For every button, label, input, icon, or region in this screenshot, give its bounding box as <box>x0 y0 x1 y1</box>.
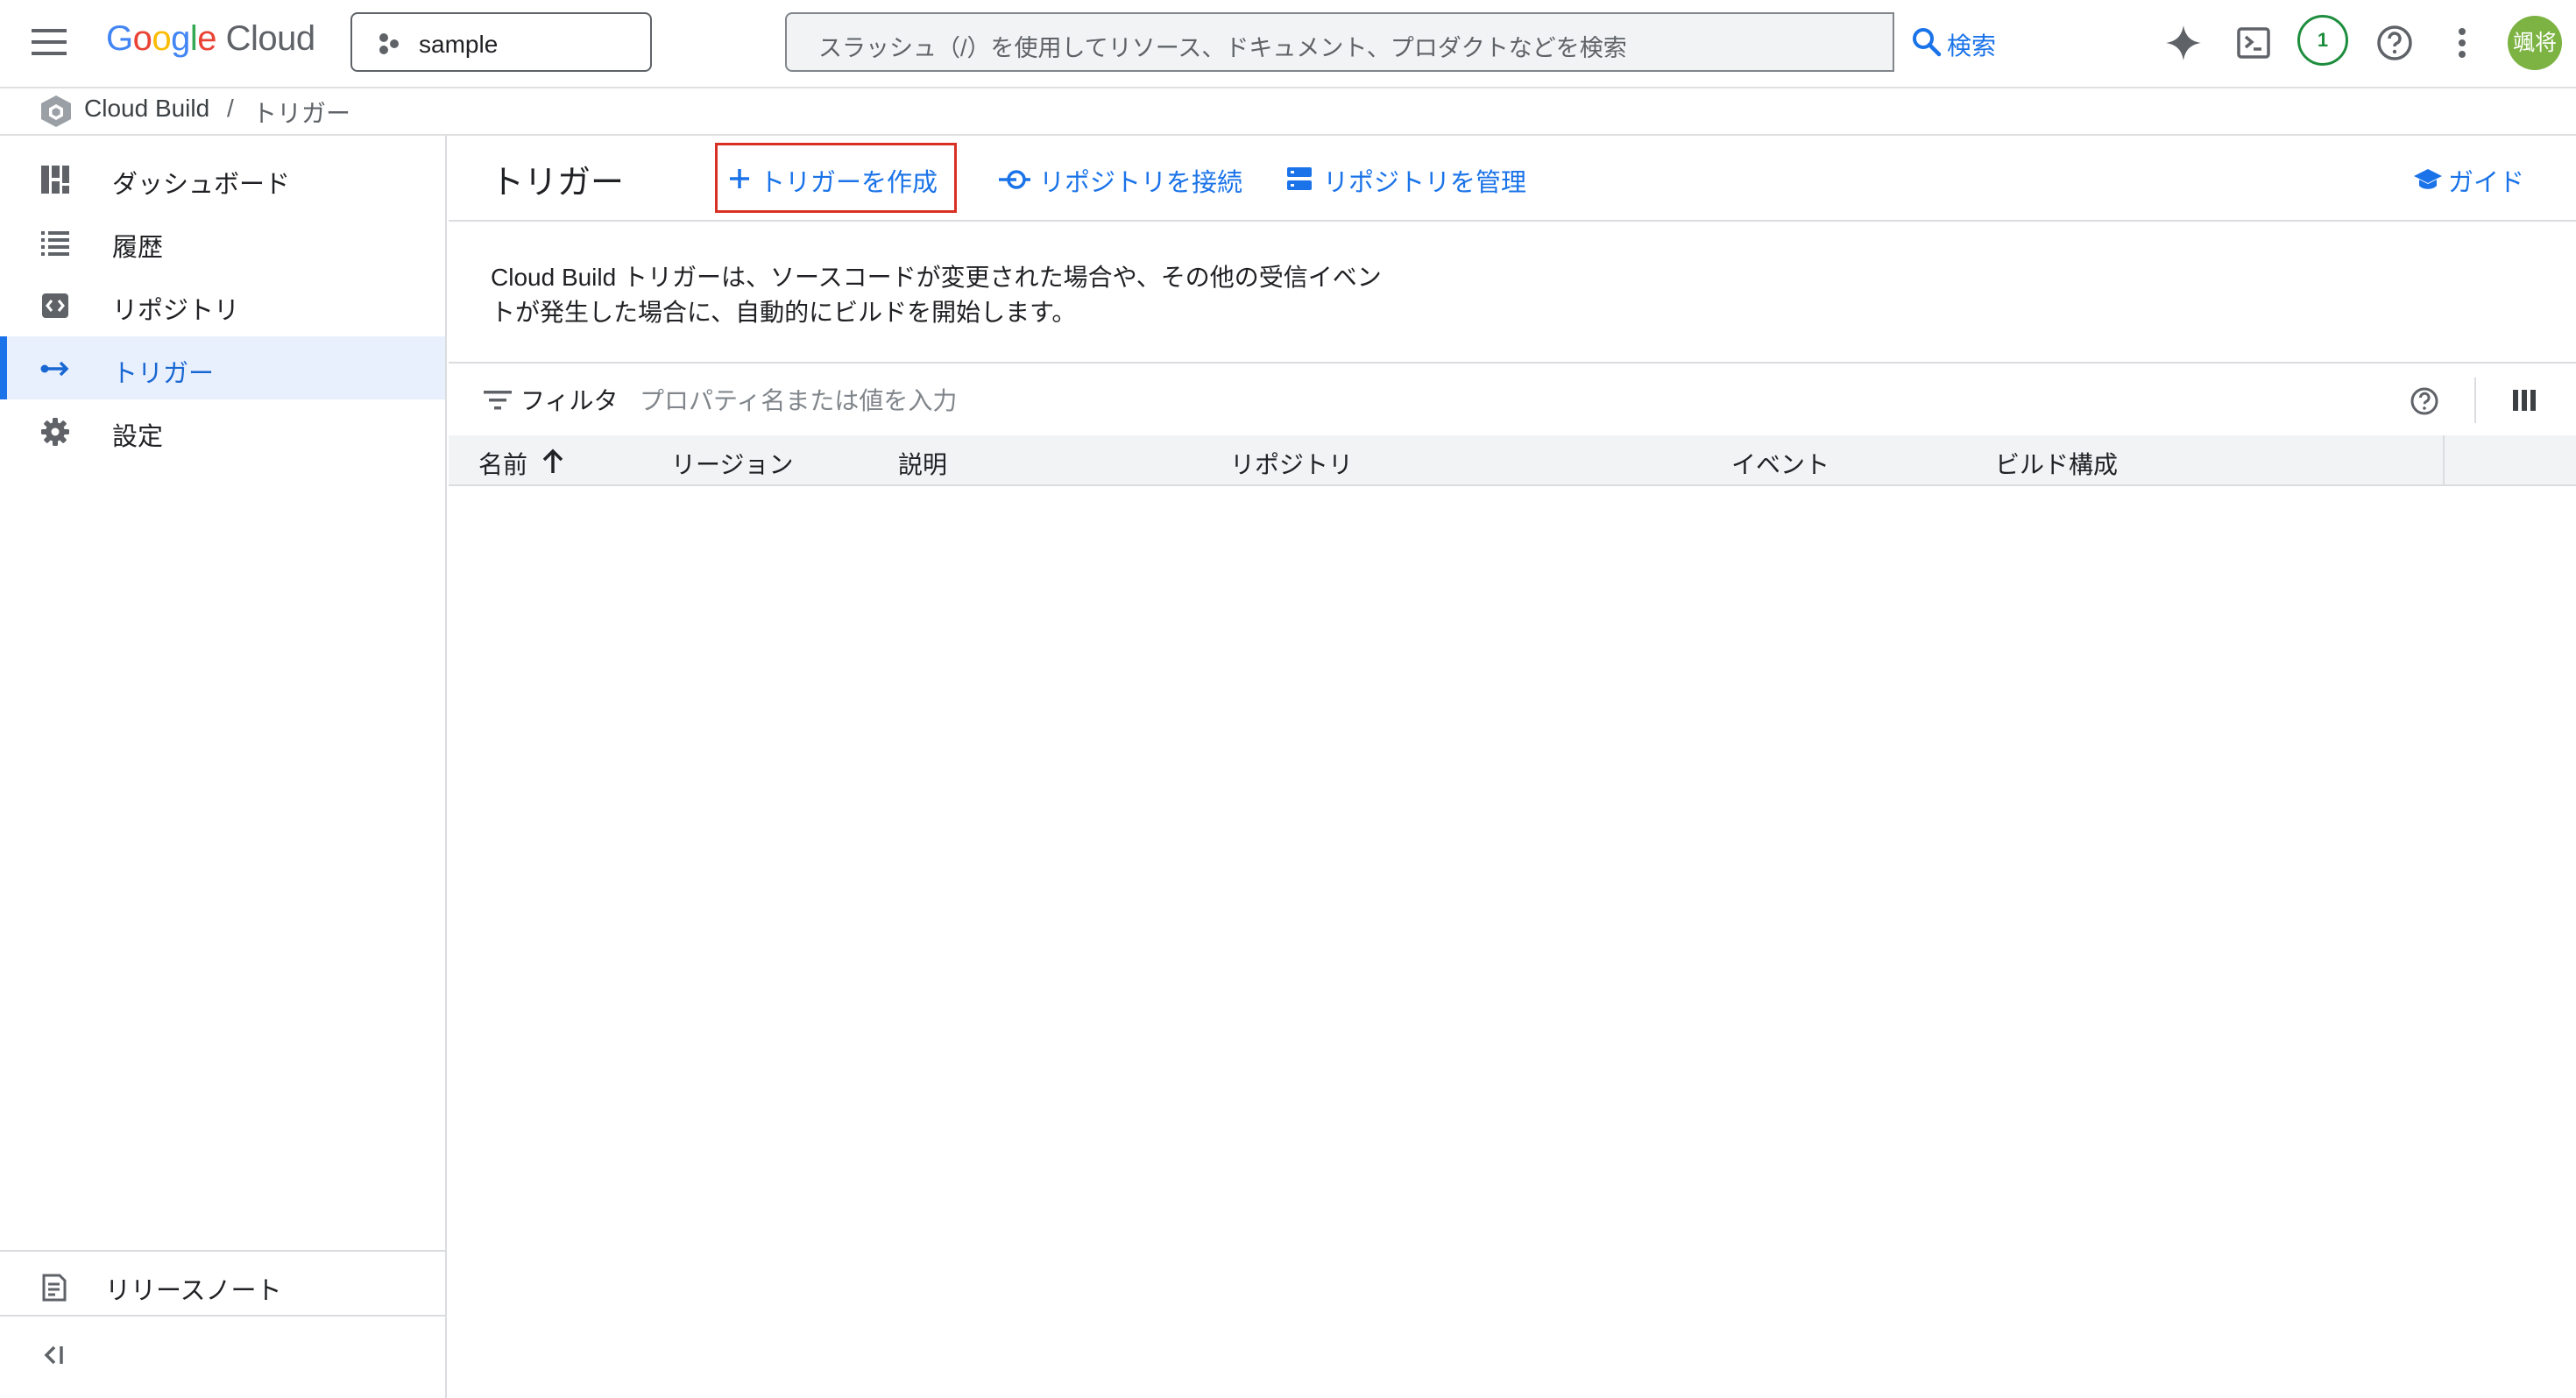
create-trigger-button[interactable]: トリガーを作成 <box>715 143 957 213</box>
cloud-build-icon <box>41 95 71 127</box>
sidebar-item-label: 履歴 <box>112 234 164 262</box>
cloud-shell-icon[interactable] <box>2237 27 2270 59</box>
guide-button[interactable]: ガイド <box>2408 148 2539 208</box>
breadcrumb-current: トリガー <box>252 100 351 127</box>
filter-icon <box>484 391 512 410</box>
page-description: Cloud Build トリガーは、ソースコードが変更された場合や、その他の受信… <box>491 260 1402 330</box>
add-icon <box>730 169 749 188</box>
column-header-region[interactable]: リージョン <box>671 446 793 481</box>
trigger-icon <box>40 361 69 377</box>
collapse-icon[interactable] <box>42 1345 67 1366</box>
column-header-name[interactable]: 名前 <box>478 446 527 481</box>
release-notes-icon <box>42 1274 67 1302</box>
search-icon <box>1913 28 1942 57</box>
project-selector[interactable]: sample <box>350 12 652 72</box>
sidebar-item-label: トリガー <box>112 360 215 388</box>
sidebar-item-dashboard[interactable]: ダッシュボード <box>0 147 445 210</box>
page-title: トリガー <box>491 165 625 201</box>
sidebar-item-label: 設定 <box>112 423 164 451</box>
sidebar: ダッシュボード 履歴 リポジトリ トリガー 設定 リリースノート <box>0 136 447 1398</box>
guide-label: ガイド <box>2448 169 2525 197</box>
manage-repository-button[interactable]: リポジトリを管理 <box>1281 148 1544 208</box>
sidebar-item-label: リポジトリ <box>112 297 240 325</box>
google-cloud-logo[interactable]: Google Cloud <box>106 19 315 59</box>
help-icon[interactable] <box>2376 25 2413 61</box>
description-line: Cloud Build トリガーは、ソースコードが変更された場合や、その他の受信… <box>491 264 1382 291</box>
notifications-badge[interactable]: 1 <box>2297 15 2348 66</box>
sidebar-item-repositories[interactable]: リポジトリ <box>0 273 445 336</box>
filter-label: フィルタ <box>520 387 619 414</box>
school-icon <box>2414 169 2442 189</box>
project-name: sample <box>419 31 499 58</box>
main-content: トリガー トリガーを作成 リポジトリを接続 リポジトリを管理 ガイド Cloud… <box>449 136 2576 1398</box>
column-header-event[interactable]: イベント <box>1731 446 1829 481</box>
connect-repository-label: リポジトリを接続 <box>1039 169 1243 197</box>
search-button[interactable]: 検索 <box>1893 12 2020 72</box>
column-display-icon[interactable] <box>2513 390 2536 411</box>
filter-input[interactable]: プロパティ名または値を入力 <box>640 382 957 417</box>
sidebar-item-settings[interactable]: 設定 <box>0 399 445 462</box>
avatar[interactable]: 颯将 <box>2508 16 2562 70</box>
column-header-repository[interactable]: リポジトリ <box>1230 446 1353 481</box>
gear-icon <box>41 418 69 446</box>
column-header-description[interactable]: 説明 <box>898 446 947 481</box>
sidebar-item-triggers[interactable]: トリガー <box>0 336 445 399</box>
sidebar-release-notes[interactable]: リリースノート <box>0 1253 445 1317</box>
sidebar-divider <box>0 1250 445 1252</box>
sort-ascending-icon[interactable] <box>541 448 564 474</box>
search-input[interactable]: スラッシュ（/）を使用してリソース、ドキュメント、プロダクトなどを検索 <box>818 29 1627 63</box>
breadcrumb-product[interactable]: Cloud Build <box>84 95 209 123</box>
filter-divider <box>2474 378 2476 423</box>
menu-icon[interactable] <box>32 29 67 55</box>
project-icon <box>379 33 399 54</box>
gemini-sparkle-icon[interactable] <box>2164 24 2203 62</box>
list-icon <box>41 231 69 256</box>
connect-repository-button[interactable]: リポジトリを接続 <box>990 148 1244 208</box>
connect-repository-icon <box>999 170 1030 189</box>
table-body <box>449 486 2576 1398</box>
manage-repository-label: リポジトリを管理 <box>1323 169 1527 197</box>
help-icon[interactable] <box>2410 386 2439 416</box>
breadcrumb-separator: / <box>227 95 234 122</box>
release-notes-label: リリースノート <box>105 1277 282 1305</box>
table-header: 名前 リージョン 説明 リポジトリ イベント ビルド構成 <box>449 435 2443 486</box>
sidebar-divider <box>0 1315 445 1317</box>
more-options-icon[interactable] <box>2457 27 2467 59</box>
page-toolbar: トリガー トリガーを作成 リポジトリを接続 リポジトリを管理 ガイド <box>449 136 2576 222</box>
create-trigger-label: トリガーを作成 <box>760 169 938 197</box>
table-header-actions <box>2443 435 2576 486</box>
sidebar-item-history[interactable]: 履歴 <box>0 210 445 273</box>
search-bar[interactable]: スラッシュ（/）を使用してリソース、ドキュメント、プロダクトなどを検索 検索 <box>785 12 2020 72</box>
column-header-build-config[interactable]: ビルド構成 <box>1995 446 2118 481</box>
breadcrumb: Cloud Build / トリガー <box>0 88 2576 136</box>
repository-icon <box>42 293 68 318</box>
search-button-label: 検索 <box>1947 32 1997 60</box>
manage-repository-icon <box>1287 167 1312 190</box>
top-bar: Google Cloud sample スラッシュ（/）を使用してリソース、ドキ… <box>0 0 2576 88</box>
sidebar-item-label: ダッシュボード <box>112 171 291 199</box>
description-line: トが発生した場合に、自動的にビルドを開始します。 <box>491 299 1077 326</box>
filter-bar[interactable]: フィルタ プロパティ名または値を入力 <box>449 362 2576 437</box>
dashboard-icon <box>41 166 69 194</box>
